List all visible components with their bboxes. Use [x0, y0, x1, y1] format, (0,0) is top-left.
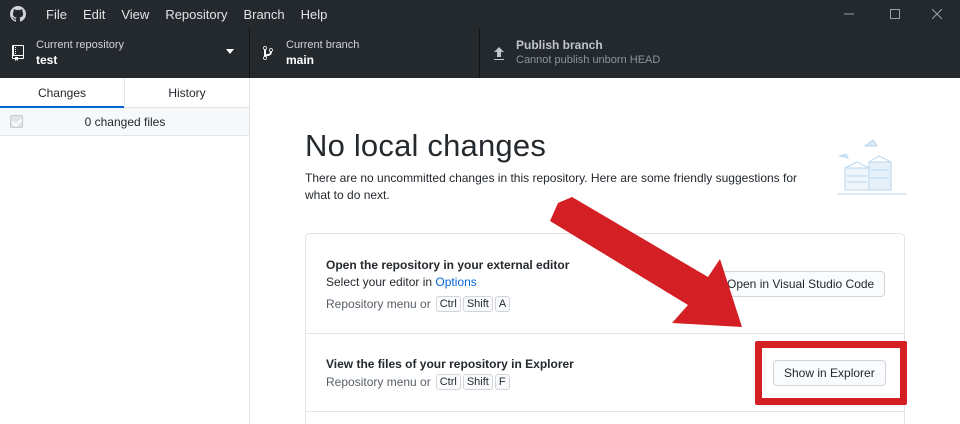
sidebar: Changes History 0 changed files — [0, 78, 250, 424]
github-logo-icon — [10, 6, 26, 22]
current-repository-button[interactable]: Current repository test — [0, 28, 250, 78]
minimize-button[interactable] — [826, 0, 872, 28]
key-ctrl: Ctrl — [435, 374, 461, 390]
suggestion-description-text: Select your editor in — [326, 275, 436, 289]
changes-header: 0 changed files — [0, 108, 249, 136]
close-button[interactable] — [914, 0, 960, 28]
menu-file[interactable]: File — [38, 7, 75, 22]
menu-repository[interactable]: Repository — [157, 7, 235, 22]
current-branch-name: main — [286, 53, 315, 67]
keyboard-shortcut: Repository menu or Ctrl Shift F — [326, 374, 510, 390]
changed-files-count: 0 changed files — [84, 115, 166, 129]
key-f: F — [494, 374, 510, 390]
menu-edit[interactable]: Edit — [75, 7, 113, 22]
maximize-icon — [890, 9, 900, 19]
chevron-down-icon — [226, 49, 234, 54]
annotation-highlight-box — [755, 341, 907, 405]
empty-state-illustration — [837, 139, 907, 195]
page-title: No local changes — [305, 128, 547, 163]
menu-branch[interactable]: Branch — [235, 7, 292, 22]
minimize-icon — [844, 13, 854, 15]
shortcut-prefix: Repository menu or — [326, 375, 431, 389]
key-shift: Shift — [462, 374, 493, 390]
annotation-arrow-icon — [550, 197, 742, 327]
current-repository-label: Current repository — [36, 39, 125, 51]
toolbar: Current repository test Current branch m… — [0, 28, 960, 78]
keyboard-shortcut: Repository menu or Ctrl Shift A — [326, 296, 511, 312]
suggestion-title: View the files of your repository in Exp… — [326, 357, 574, 371]
shortcut-prefix: Repository menu or — [326, 297, 431, 311]
title-bar: File Edit View Repository Branch Help — [0, 0, 960, 28]
menu-help[interactable]: Help — [293, 7, 336, 22]
key-ctrl: Ctrl — [435, 296, 461, 312]
options-link[interactable]: Options — [435, 275, 476, 289]
current-branch-label: Current branch — [286, 39, 360, 51]
sidebar-tabs: Changes History — [0, 78, 249, 108]
publish-branch-label: Publish branch — [516, 38, 603, 52]
menu-view[interactable]: View — [113, 7, 157, 22]
menu-bar: File Edit View Repository Branch Help — [38, 0, 335, 28]
tab-history[interactable]: History — [124, 78, 249, 107]
key-a: A — [494, 296, 511, 312]
publish-branch-button[interactable]: Publish branch Cannot publish unborn HEA… — [480, 28, 960, 78]
close-icon — [932, 9, 942, 19]
maximize-button[interactable] — [872, 0, 918, 28]
tab-changes[interactable]: Changes — [0, 78, 124, 108]
current-branch-button[interactable]: Current branch main — [250, 28, 480, 78]
current-repository-name: test — [36, 53, 58, 67]
suggestion-description: Select your editor in Options — [326, 275, 477, 289]
branch-icon — [263, 45, 273, 60]
key-shift: Shift — [462, 296, 493, 312]
upload-icon — [494, 47, 504, 60]
repo-icon — [12, 45, 24, 61]
publish-branch-status: Cannot publish unborn HEAD — [516, 54, 661, 66]
suggestion-title: Open the repository in your external edi… — [326, 258, 570, 272]
